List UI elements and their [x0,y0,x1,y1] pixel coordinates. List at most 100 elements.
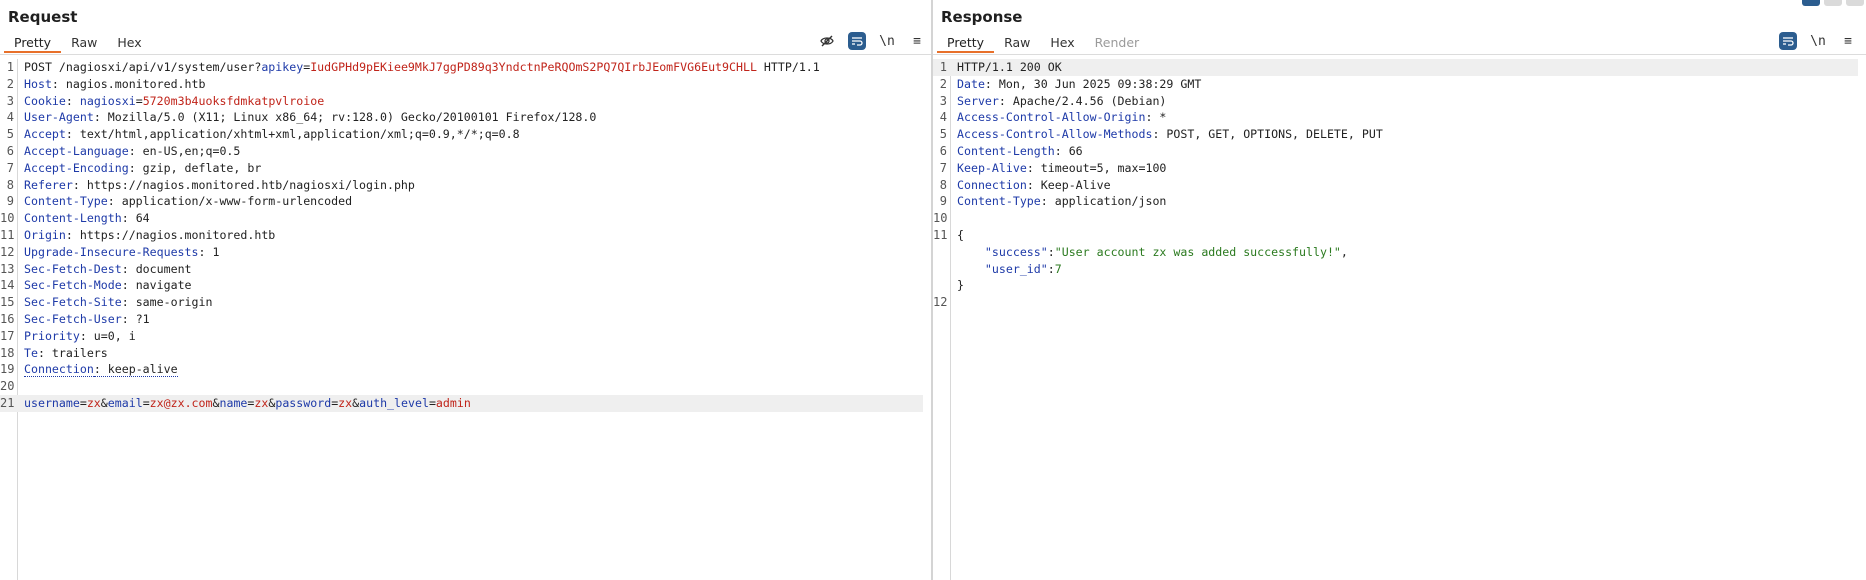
code-token: nagiosxi [79,93,136,108]
line-number: 7 [6,160,14,175]
code-line: 10 Content-Length: 64 [0,210,923,227]
code-token: IudGPHd9pEKiee9MkJ7ggPD89q3YndctnPeRQOmS… [310,60,757,74]
line-number: 10 [933,211,948,226]
line-content: username=zx&email=zx@zx.com&name=zx&pass… [24,395,471,412]
layout-side-by-side-icon[interactable] [1802,0,1820,6]
line-content: Te: trailers [24,345,108,362]
tab-pretty[interactable]: Pretty [4,33,62,53]
eye-slash-icon[interactable] [818,32,836,50]
code-line: 14 Sec-Fetch-Mode: navigate [0,277,923,294]
line-number: 18 [0,345,15,360]
code-token: : Keep-Alive [1026,177,1111,192]
code-line: 7 Accept-Encoding: gzip, deflate, br [0,160,923,177]
code-token: 7 [1054,261,1062,276]
layout-horizontal-icon[interactable] [1824,0,1842,6]
code-token: : document [121,261,192,276]
line-content: "user_id":7 [957,261,1062,278]
code-token: username [24,396,80,410]
tab-pretty[interactable]: Pretty [937,33,995,53]
code-token: : u=0, i [79,328,136,343]
code-token: Sec-Fetch-Dest [24,261,122,276]
menu-icon[interactable]: ≡ [908,32,926,50]
newline-icon[interactable]: \n [1809,32,1827,50]
code-token: : application/x-www-form-urlencoded [107,194,353,209]
line-content: Connection: Keep-Alive [957,177,1111,194]
code-token: : [65,93,80,108]
code-token: Origin [24,228,66,242]
line-number: 4 [6,110,14,125]
code-line: 4 Access-Control-Allow-Origin: * [933,109,1858,126]
line-content: Server: Apache/2.4.56 (Debian) [957,93,1166,110]
code-token: Access-Control-Allow-Methods [957,127,1153,142]
line-content: Sec-Fetch-Site: same-origin [24,294,212,311]
line-number: 1 [939,60,947,74]
newline-icon[interactable]: \n [878,32,896,50]
code-token: : nagios.monitored.htb [51,76,206,91]
line-content: { [957,227,964,244]
code-token: Content-Type [957,194,1041,209]
code-token: Accept-Encoding [24,160,129,175]
code-line: 10 [933,210,1858,227]
code-token: : navigate [121,278,192,293]
request-toolbar: \n ≡ [818,32,926,50]
code-token: POST /nagiosxi/api/v1/system/user? [24,60,262,74]
tab-render[interactable]: Render [1085,33,1150,53]
line-content: Access-Control-Allow-Methods: POST, GET,… [957,126,1383,143]
request-editor[interactable]: 1 POST /nagiosxi/api/v1/system/user?apike… [0,59,931,580]
wrap-icon[interactable] [1779,32,1797,50]
line-content: Keep-Alive: timeout=5, max=100 [957,160,1166,177]
code-line: 20 [0,378,923,395]
line-number: 15 [0,295,15,310]
code-token: Content-Length [957,144,1055,158]
line-content: Origin: https://nagios.monitored.htb [24,227,275,244]
code-line: 8 Referer: https://nagios.monitored.htb/n… [0,177,923,194]
code-line: 18 Te: trailers [0,345,923,362]
line-content: Content-Type: application/json [957,193,1166,210]
layout-tabs-icon[interactable] [1846,0,1864,6]
code-line: 2 Host: nagios.monitored.htb [0,76,923,93]
code-line: 11 { [933,227,1858,244]
code-token: Te [24,345,38,360]
response-editor[interactable]: 1 HTTP/1.1 200 OK 2 Date: Mon, 30 Jun 2025 … [933,59,1866,580]
code-line: 17 Priority: u=0, i [0,328,923,345]
code-token: { [957,228,964,242]
tab-hex[interactable]: Hex [107,33,151,53]
tab-raw[interactable]: Raw [61,33,107,53]
line-content: Content-Length: 64 [24,210,150,227]
response-tabs: Pretty Raw Hex Render [937,33,1149,54]
code-token: : https://nagios.monitored.htb/nagiosxi/… [72,177,415,192]
line-number: 9 [939,194,947,209]
wrap-icon[interactable] [848,32,866,50]
code-line: 5 Accept: text/html,application/xhtml+xml… [0,126,923,143]
code-line: 15 Sec-Fetch-Site: same-origin [0,294,923,311]
line-content: Referer: https://nagios.monitored.htb/na… [24,177,415,194]
line-content: Accept-Language: en-US,en;q=0.5 [24,143,240,160]
code-token: & [100,396,108,410]
code-line: 9 Content-Type: application/x-www-form-ur… [0,193,923,210]
code-line: 7 Keep-Alive: timeout=5, max=100 [933,160,1858,177]
line-content: } [957,277,964,294]
code-line: 4 User-Agent: Mozilla/5.0 (X11; Linux x86… [0,109,923,126]
line-number: 9 [6,194,14,209]
menu-icon[interactable]: ≡ [1839,32,1857,50]
code-token: Upgrade-Insecure-Requests [24,244,199,259]
code-line: 1 POST /nagiosxi/api/v1/system/user?apike… [0,59,923,76]
code-token: HTTP/1.1 [756,60,820,74]
line-number: 8 [6,177,14,192]
line-content: Sec-Fetch-User: ?1 [24,311,150,328]
response-pane: Response Pretty Raw Hex Render \n ≡ 1 HTTP/1… [933,0,1866,580]
line-number: 3 [939,93,947,108]
line-content: Sec-Fetch-Dest: document [24,261,192,278]
code-line: 5 Access-Control-Allow-Methods: POST, GET… [933,126,1858,143]
line-number: 11 [933,228,948,242]
request-title: Request [8,8,78,26]
tab-hex[interactable]: Hex [1040,33,1084,53]
tab-raw[interactable]: Raw [994,33,1040,53]
code-token: : 64 [121,211,150,226]
code-token: Host [24,76,52,91]
code-token: : ?1 [121,312,150,326]
request-tabs: Pretty Raw Hex [4,33,152,54]
code-token: : Apache/2.4.56 (Debian) [998,93,1167,108]
line-content: HTTP/1.1 200 OK [957,59,1062,76]
